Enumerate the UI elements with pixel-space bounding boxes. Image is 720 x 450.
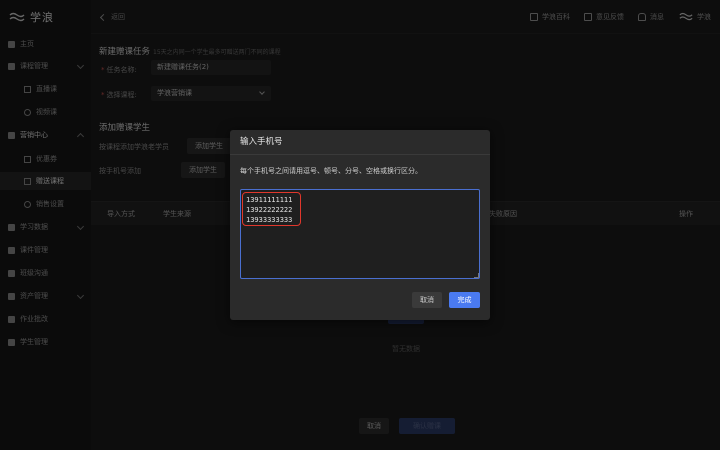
- phone-numbers-textarea[interactable]: [240, 189, 480, 279]
- phone-input-dialog: 输入手机号 每个手机号之间请用逗号、顿号、分号、空格或换行区分。 取消 完成: [230, 130, 490, 320]
- dialog-confirm-button[interactable]: 完成: [449, 292, 480, 308]
- dialog-cancel-button[interactable]: 取消: [412, 292, 442, 308]
- dialog-title: 输入手机号: [230, 130, 490, 155]
- resize-handle-icon[interactable]: [474, 273, 479, 278]
- dialog-description: 每个手机号之间请用逗号、顿号、分号、空格或换行区分。: [240, 167, 422, 175]
